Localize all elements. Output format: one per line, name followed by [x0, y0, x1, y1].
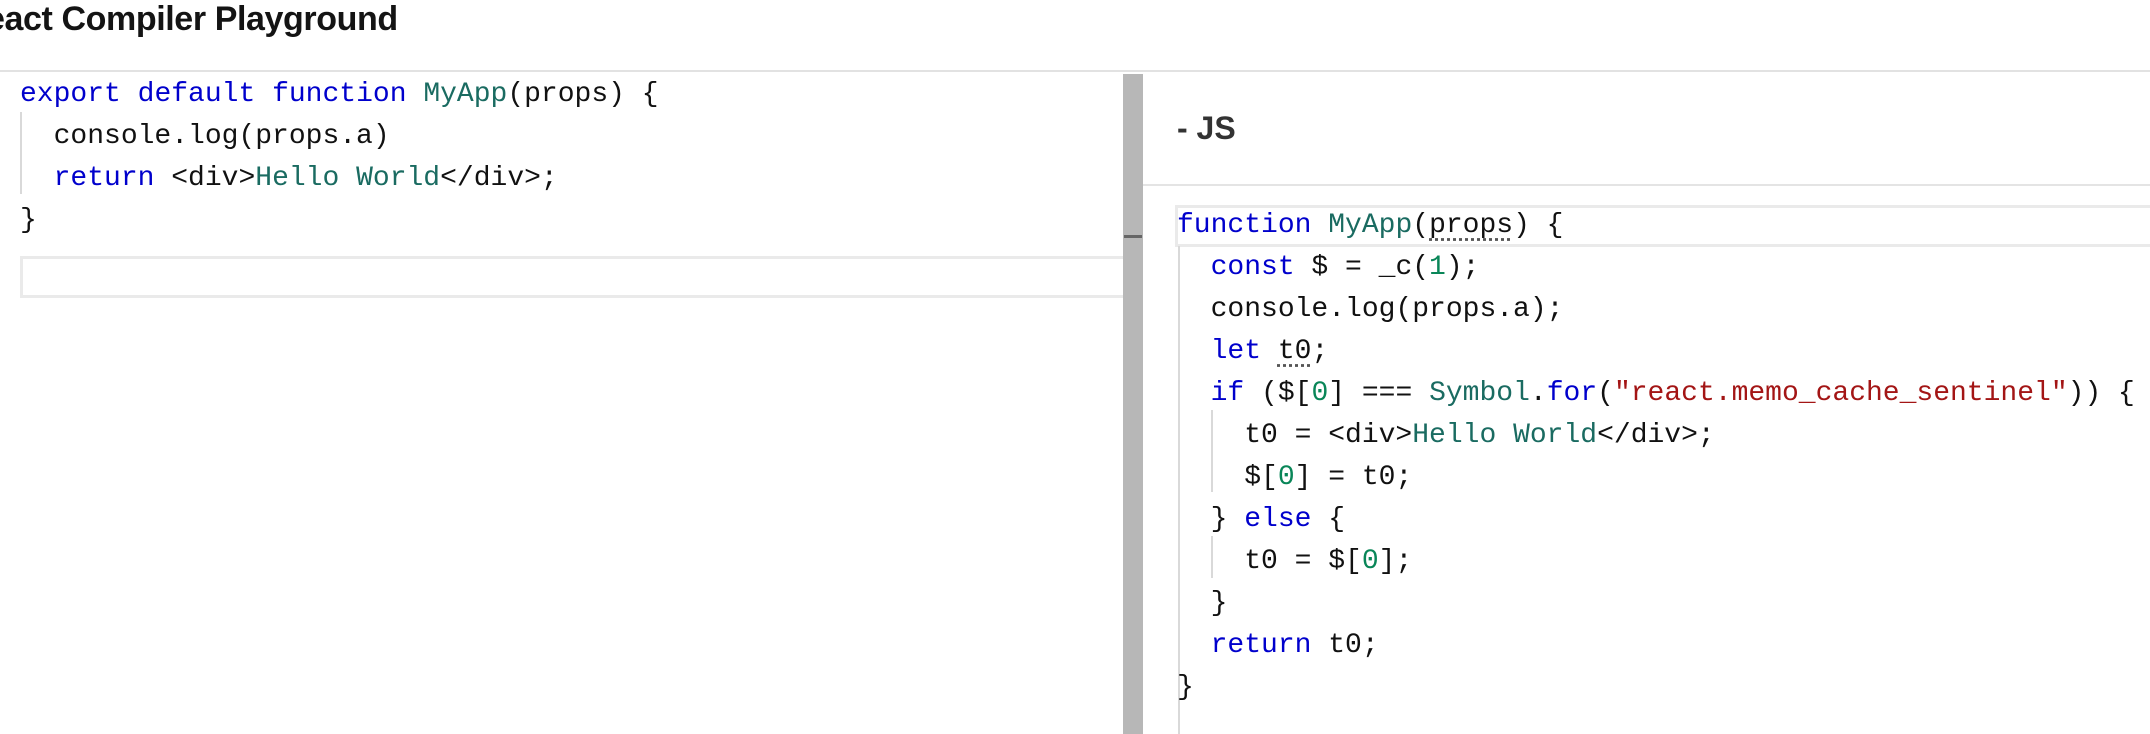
code-token: Hello World [255, 163, 441, 194]
code-line[interactable]: t0 = <div>Hello World</div>; [1177, 415, 1715, 457]
code-token: 1 [1429, 252, 1446, 283]
code-token: 0 [1277, 462, 1295, 493]
code-line[interactable]: const $ = _c(1); [1177, 247, 1480, 289]
code-token: console.log(props.a); [1177, 294, 1564, 325]
input-editor[interactable]: export default function MyApp(props) { c… [0, 74, 1140, 734]
code-token: </div>; [1597, 420, 1715, 451]
code-token: ] === [1328, 378, 1430, 409]
code-token: ( [1597, 378, 1614, 409]
code-line[interactable]: $[0] = t0; [1177, 457, 1412, 499]
code-token: } [1177, 504, 1245, 535]
active-line-highlight [20, 256, 1140, 298]
code-token: default [137, 79, 256, 110]
code-token: const [1210, 252, 1295, 283]
app-header: eact Compiler Playground [0, 0, 2150, 72]
code-token: $[ [1177, 462, 1278, 493]
code-token: t0; [1311, 630, 1379, 661]
code-token: 0 [1361, 546, 1379, 577]
code-token: let [1210, 336, 1262, 367]
tab-js[interactable]: - JS [1177, 110, 1236, 147]
code-token: { [1311, 504, 1346, 535]
code-token: 0 [1311, 378, 1329, 409]
code-token: for [1546, 378, 1598, 409]
code-token: Symbol [1429, 378, 1530, 409]
code-token: ); [1445, 252, 1480, 283]
code-token: t0 = $[ [1177, 546, 1362, 577]
code-line[interactable]: return t0; [1177, 625, 1379, 667]
code-token: ; [1311, 336, 1329, 367]
code-token: $ = _c( [1294, 252, 1430, 283]
code-token: export [20, 79, 121, 110]
code-token: ($[ [1244, 378, 1312, 409]
code-line[interactable]: } [20, 200, 37, 242]
code-line[interactable]: t0 = $[0]; [1177, 541, 1412, 583]
code-token: MyApp [423, 79, 508, 110]
code-token: t0 = <div> [1177, 420, 1413, 451]
code-token: if [1210, 378, 1245, 409]
code-line[interactable]: } else { [1177, 499, 1345, 541]
code-token: ) { [1513, 210, 1564, 241]
code-token: function [272, 79, 407, 110]
page-title: eact Compiler Playground [0, 0, 398, 38]
code-token: <div> [154, 163, 256, 194]
code-token: MyApp [1328, 210, 1413, 241]
code-line[interactable]: console.log(props.a); [1177, 289, 1564, 331]
code-line[interactable]: } [1177, 583, 1228, 625]
code-token: return [1210, 630, 1312, 661]
code-token: ]; [1378, 546, 1413, 577]
pane-resizer[interactable] [1123, 74, 1143, 734]
code-token: t0 [1277, 336, 1312, 367]
code-line[interactable]: if ($[0] === Symbol.for("react.memo_cach… [1177, 373, 2135, 415]
code-token: </div>; [440, 163, 558, 194]
code-line[interactable]: } [1177, 667, 1194, 709]
output-panel: - JS function MyApp(props) { const $ = _… [1143, 74, 2150, 734]
code-token: ] = t0; [1294, 462, 1413, 493]
code-line[interactable]: return <div>Hello World</div>; [20, 158, 558, 200]
code-token: } [20, 205, 37, 236]
code-line[interactable]: function MyApp(props) { [1177, 205, 1564, 247]
code-line[interactable]: let t0; [1177, 331, 1329, 373]
code-line[interactable]: export default function MyApp(props) { [20, 74, 659, 116]
code-token: } [1177, 672, 1194, 703]
code-token: props [1429, 210, 1514, 241]
code-token: return [53, 163, 155, 194]
code-token: function [1177, 210, 1312, 241]
code-token: . [1529, 378, 1547, 409]
code-token: } [1177, 588, 1228, 619]
code-token: console.log(props.a) [20, 121, 390, 152]
code-token: (props) { [507, 79, 659, 110]
resizer-grip[interactable] [1124, 235, 1142, 238]
code-token: ( [1412, 210, 1430, 241]
tab-divider [1143, 184, 2150, 186]
code-token: Hello World [1412, 420, 1598, 451]
code-line[interactable]: console.log(props.a) [20, 116, 390, 158]
code-token: "react.memo_cache_sentinel" [1613, 378, 2068, 409]
code-token: else [1244, 504, 1312, 535]
code-token: )) { [2067, 378, 2135, 409]
